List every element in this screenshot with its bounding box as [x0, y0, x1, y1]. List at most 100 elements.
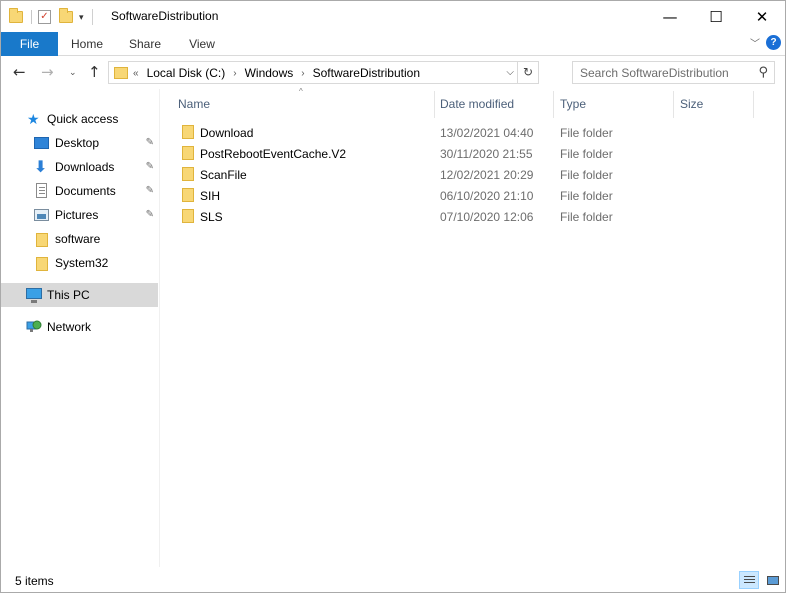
- table-row[interactable]: PostRebootEventCache.V2 30/11/2020 21:55…: [161, 143, 785, 164]
- help-icon[interactable]: ?: [766, 35, 781, 50]
- chevron-right-icon[interactable]: ›: [301, 68, 304, 79]
- sidebar-item-label: System32: [55, 256, 109, 270]
- large-icons-view-icon: [767, 576, 779, 585]
- sidebar-item-software[interactable]: software: [1, 227, 158, 251]
- file-type: File folder: [560, 147, 613, 161]
- folder-icon: [182, 167, 194, 181]
- column-headers: ^ Name Date modified Type Size: [161, 87, 785, 118]
- sidebar-item-label: Downloads: [55, 160, 115, 174]
- pin-icon[interactable]: ✎: [146, 137, 154, 148]
- quick-access-toolbar: ✓ ▾: [9, 7, 101, 27]
- maximize-button[interactable]: ☐: [693, 1, 739, 32]
- folder-icon[interactable]: [9, 8, 23, 23]
- file-type: File folder: [560, 189, 613, 203]
- sidebar-item-label: Pictures: [55, 208, 99, 222]
- pin-icon[interactable]: ✎: [146, 161, 154, 172]
- sidebar-item-downloads[interactable]: ⬇ Downloads ✎: [1, 155, 158, 179]
- table-row[interactable]: SLS 07/10/2020 12:06 File folder: [161, 206, 785, 227]
- sidebar-item-pictures[interactable]: Pictures ✎: [1, 203, 158, 227]
- file-type: File folder: [560, 168, 613, 182]
- file-type: File folder: [560, 126, 613, 140]
- properties-icon[interactable]: ✓: [38, 10, 51, 24]
- computer-icon: [26, 288, 42, 303]
- overflow-icon[interactable]: «: [133, 68, 139, 79]
- navigation-bar: ← → ⌄ ↑ « Local Disk (C:) › Windows › So…: [1, 57, 785, 88]
- folder-icon: [114, 67, 128, 79]
- title-divider: [91, 9, 93, 25]
- downloads-icon: ⬇: [34, 159, 48, 176]
- search-box[interactable]: ⚲: [572, 61, 775, 84]
- status-bar: 5 items: [1, 568, 785, 592]
- expand-ribbon-icon[interactable]: ﹀: [750, 35, 760, 50]
- pictures-icon: [34, 209, 49, 221]
- search-input[interactable]: [580, 65, 750, 80]
- table-row[interactable]: Download 13/02/2021 04:40 File folder: [161, 122, 785, 143]
- sidebar-item-network[interactable]: Network: [1, 315, 158, 339]
- folder-icon: [36, 233, 48, 247]
- title-bar: ✓ ▾ SoftwareDistribution — ☐ ✕: [1, 1, 785, 32]
- refresh-icon[interactable]: ↻: [517, 62, 538, 83]
- breadcrumb-local-disk[interactable]: Local Disk (C:): [147, 66, 226, 80]
- file-date: 13/02/2021 04:40: [440, 126, 534, 140]
- file-date: 30/11/2020 21:55: [440, 147, 533, 161]
- details-view-button[interactable]: [739, 571, 759, 589]
- column-name[interactable]: Name: [178, 97, 210, 111]
- documents-icon: [36, 183, 47, 198]
- sidebar-item-label: This PC: [47, 288, 90, 302]
- pane-splitter[interactable]: [159, 89, 160, 567]
- forward-icon[interactable]: →: [41, 63, 54, 81]
- chevron-right-icon[interactable]: ›: [233, 68, 236, 79]
- back-icon[interactable]: ←: [13, 63, 26, 81]
- folder-icon: [182, 125, 194, 139]
- close-button[interactable]: ✕: [739, 1, 785, 32]
- minimize-button[interactable]: —: [647, 1, 693, 32]
- pin-icon[interactable]: ✎: [146, 185, 154, 196]
- tab-share[interactable]: Share: [116, 32, 174, 56]
- sidebar-item-desktop[interactable]: Desktop ✎: [1, 131, 158, 155]
- recent-locations-icon[interactable]: ⌄: [69, 68, 77, 78]
- breadcrumb-softwaredistribution[interactable]: SoftwareDistribution: [313, 66, 420, 80]
- breadcrumb-windows[interactable]: Windows: [245, 66, 294, 80]
- search-icon[interactable]: ⚲: [758, 65, 768, 80]
- chevron-down-icon[interactable]: ⌵: [506, 67, 514, 78]
- tab-file[interactable]: File: [1, 32, 58, 56]
- ribbon-right: ﹀ ?: [750, 35, 781, 50]
- column-divider[interactable]: [753, 91, 754, 118]
- table-row[interactable]: SIH 06/10/2020 21:10 File folder: [161, 185, 785, 206]
- star-icon: ★: [27, 111, 40, 127]
- column-type[interactable]: Type: [560, 97, 586, 111]
- sidebar-item-quick-access[interactable]: ★ Quick access: [1, 107, 158, 131]
- customize-toolbar-icon[interactable]: ▾: [79, 12, 84, 23]
- column-date-modified[interactable]: Date modified: [440, 97, 514, 111]
- desktop-icon: [34, 137, 49, 149]
- tab-home[interactable]: Home: [58, 32, 116, 56]
- explorer-window: ✓ ▾ SoftwareDistribution — ☐ ✕ File Home…: [0, 0, 786, 593]
- file-type: File folder: [560, 210, 613, 224]
- folder-icon: [182, 146, 194, 160]
- column-divider[interactable]: [553, 91, 554, 118]
- column-divider[interactable]: [434, 91, 435, 118]
- folder-icon: [36, 257, 48, 271]
- sidebar-item-documents[interactable]: Documents ✎: [1, 179, 158, 203]
- table-row[interactable]: ScanFile 12/02/2021 20:29 File folder: [161, 164, 785, 185]
- file-name: ScanFile: [200, 168, 247, 182]
- sidebar-item-this-pc[interactable]: This PC: [1, 283, 158, 307]
- sidebar-item-label: software: [55, 232, 101, 246]
- column-size[interactable]: Size: [680, 97, 703, 111]
- window-controls: — ☐ ✕: [647, 1, 785, 32]
- pin-icon[interactable]: ✎: [146, 209, 154, 220]
- column-divider[interactable]: [673, 91, 674, 118]
- file-date: 06/10/2020 21:10: [440, 189, 534, 203]
- tab-view[interactable]: View: [174, 32, 230, 56]
- up-icon[interactable]: ↑: [88, 63, 101, 81]
- large-icons-view-button[interactable]: [762, 571, 782, 589]
- new-folder-icon[interactable]: [59, 8, 73, 23]
- file-name: Download: [200, 126, 254, 140]
- toolbar-divider: [31, 10, 32, 24]
- sidebar-item-system32[interactable]: System32: [1, 251, 158, 275]
- address-bar[interactable]: « Local Disk (C:) › Windows › SoftwareDi…: [108, 61, 539, 84]
- file-date: 07/10/2020 12:06: [440, 210, 534, 224]
- network-icon: [26, 320, 42, 332]
- window-title: SoftwareDistribution: [111, 9, 219, 23]
- item-count: 5 items: [15, 574, 54, 588]
